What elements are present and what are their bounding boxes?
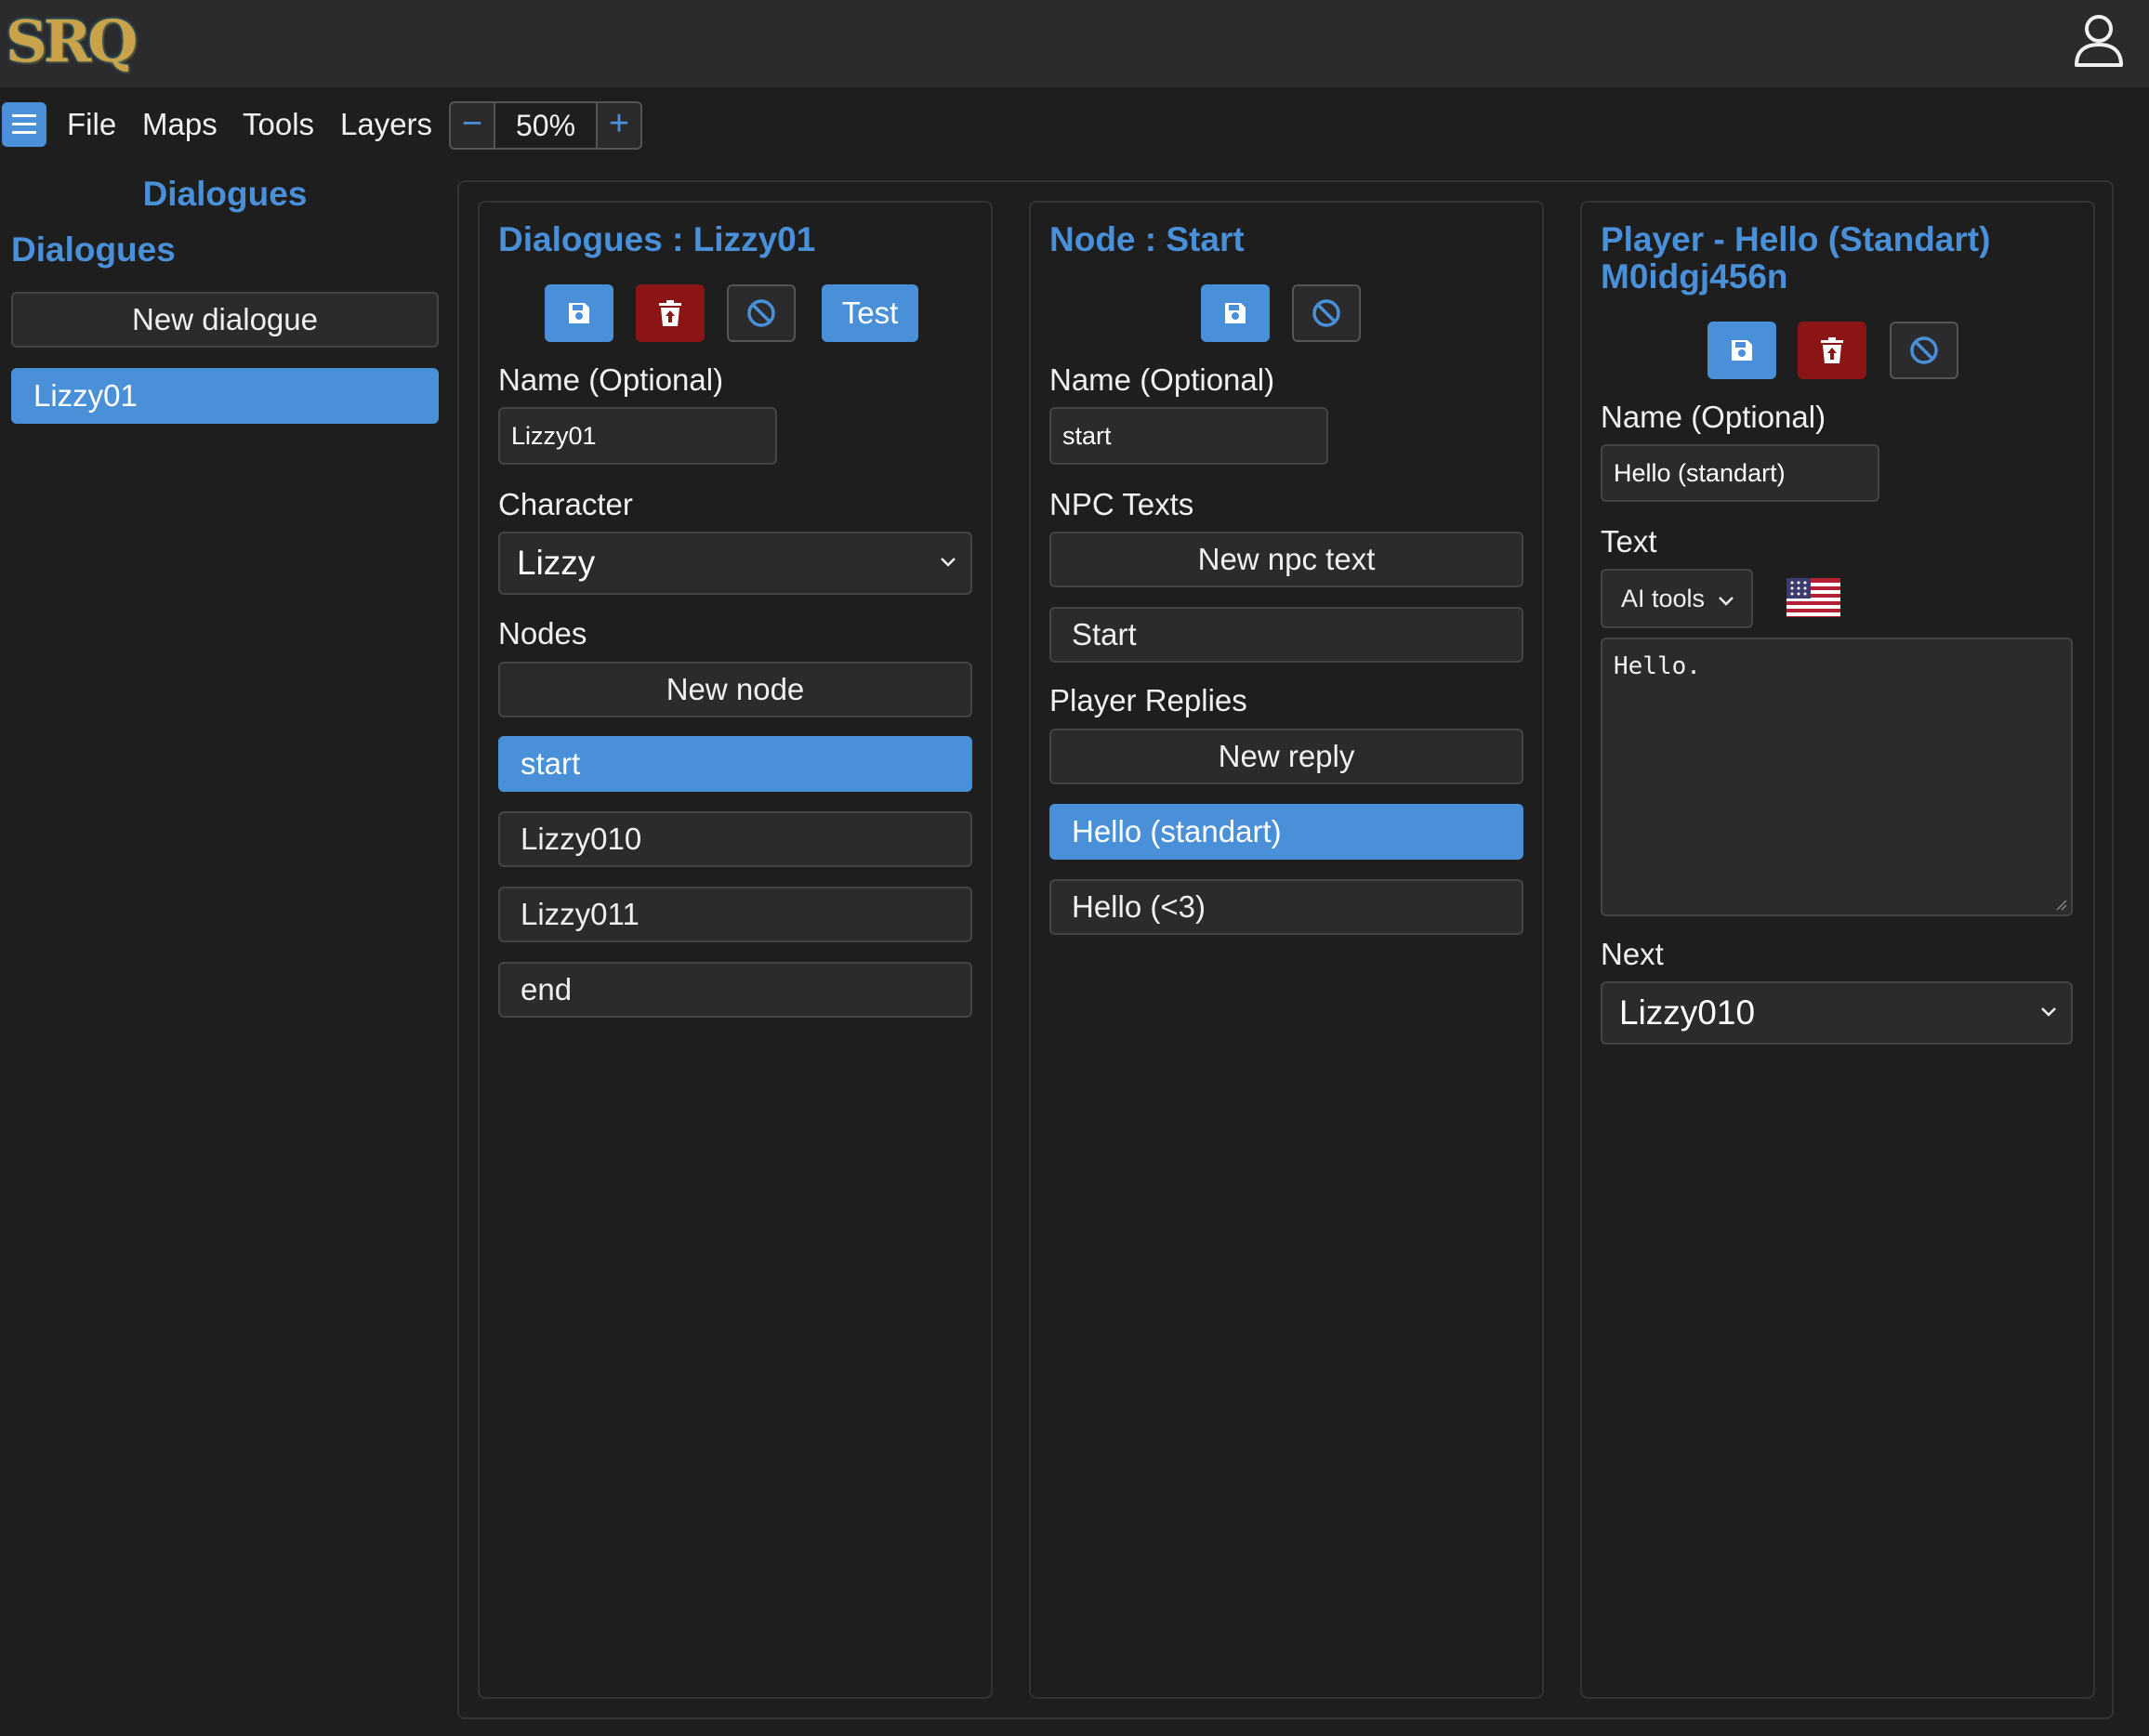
reply-name-label: Name (Optional): [1601, 400, 1826, 434]
ai-tools-dropdown[interactable]: AI tools: [1601, 569, 1753, 628]
sidebar-subtitle: Dialogues: [11, 230, 176, 269]
node-list-item[interactable]: Lizzy010: [498, 811, 972, 867]
reply-name-input[interactable]: Hello (standart): [1601, 444, 1879, 502]
next-node-value: Lizzy010: [1619, 993, 1756, 1032]
save-icon: [569, 303, 589, 323]
dialogue-list-item[interactable]: Lizzy01: [11, 368, 439, 424]
new-npc-text-button[interactable]: New npc text: [1049, 532, 1523, 587]
menu-icon: [12, 114, 36, 134]
zoom-in-button[interactable]: +: [598, 103, 640, 148]
dialogue-name-label: Name (Optional): [498, 362, 724, 397]
character-label: Character: [498, 487, 633, 521]
node-name-input[interactable]: start: [1049, 407, 1328, 465]
chevron-down-icon: [2041, 1007, 2056, 1017]
trash-icon: [659, 300, 681, 326]
cancel-reply-button[interactable]: [1890, 322, 1958, 379]
npc-texts-label: NPC Texts: [1049, 487, 1194, 521]
cancel-dialogue-button[interactable]: [727, 284, 796, 342]
next-node-select[interactable]: Lizzy010: [1601, 981, 2073, 1045]
zoom-control: − 50% +: [449, 101, 642, 150]
reply-panel-title: Player - Hello (Standart): [1601, 220, 1991, 258]
ai-tools-label: AI tools: [1621, 585, 1706, 612]
resize-handle-icon[interactable]: [2054, 898, 2067, 911]
ban-icon: [1312, 299, 1340, 327]
dialogue-panel-title: Dialogues : Lizzy01: [498, 220, 816, 258]
player-replies-label: Player Replies: [1049, 683, 1247, 717]
character-select-value: Lizzy: [517, 544, 596, 582]
reply-panel-id: M0idgj456n: [1601, 257, 1788, 296]
new-reply-button[interactable]: New reply: [1049, 729, 1523, 784]
delete-dialogue-button[interactable]: [636, 284, 705, 342]
new-dialogue-button[interactable]: New dialogue: [11, 292, 439, 348]
cancel-node-button[interactable]: [1292, 284, 1361, 342]
zoom-level: 50%: [494, 103, 598, 148]
dialogue-name-input[interactable]: Lizzy01: [498, 407, 777, 465]
menu-file[interactable]: File: [67, 102, 116, 147]
menu-maps[interactable]: Maps: [142, 102, 218, 147]
hamburger-menu-button[interactable]: [2, 102, 46, 147]
menu-tools[interactable]: Tools: [243, 102, 314, 147]
chevron-down-icon: [1718, 597, 1734, 606]
reply-text-value: Hello.: [1614, 652, 1701, 680]
reply-text-area[interactable]: Hello.: [1601, 638, 2073, 916]
nodes-label: Nodes: [498, 616, 587, 651]
save-icon: [1225, 303, 1246, 323]
menu-layers[interactable]: Layers: [340, 102, 432, 147]
top-bar: [0, 0, 2149, 87]
trash-icon: [1821, 337, 1843, 363]
node-panel-title: Node : Start: [1049, 220, 1245, 258]
delete-reply-button[interactable]: [1798, 322, 1866, 379]
save-icon: [1732, 340, 1752, 361]
reply-list-item[interactable]: Hello (<3): [1049, 879, 1523, 935]
ban-icon: [747, 299, 775, 327]
node-list-item[interactable]: start: [498, 736, 972, 792]
ban-icon: [1910, 336, 1938, 364]
text-label: Text: [1601, 524, 1657, 559]
chevron-down-icon: [941, 558, 956, 567]
node-list-item[interactable]: end: [498, 962, 972, 1018]
us-flag-icon[interactable]: [1786, 578, 1840, 617]
app-logo[interactable]: SRQ: [6, 4, 138, 80]
next-label: Next: [1601, 937, 1664, 971]
user-account-icon[interactable]: [2073, 13, 2125, 69]
node-list-item[interactable]: Lizzy011: [498, 887, 972, 942]
save-reply-button[interactable]: [1707, 322, 1776, 379]
npc-text-list-item[interactable]: Start: [1049, 607, 1523, 663]
save-dialogue-button[interactable]: [545, 284, 613, 342]
zoom-out-button[interactable]: −: [451, 103, 494, 148]
character-select[interactable]: Lizzy: [498, 532, 972, 595]
new-node-button[interactable]: New node: [498, 662, 972, 717]
save-node-button[interactable]: [1201, 284, 1270, 342]
node-name-label: Name (Optional): [1049, 362, 1275, 397]
test-dialogue-button[interactable]: Test: [822, 284, 918, 342]
sidebar-title: Dialogues: [142, 175, 308, 213]
reply-list-item[interactable]: Hello (standart): [1049, 804, 1523, 860]
